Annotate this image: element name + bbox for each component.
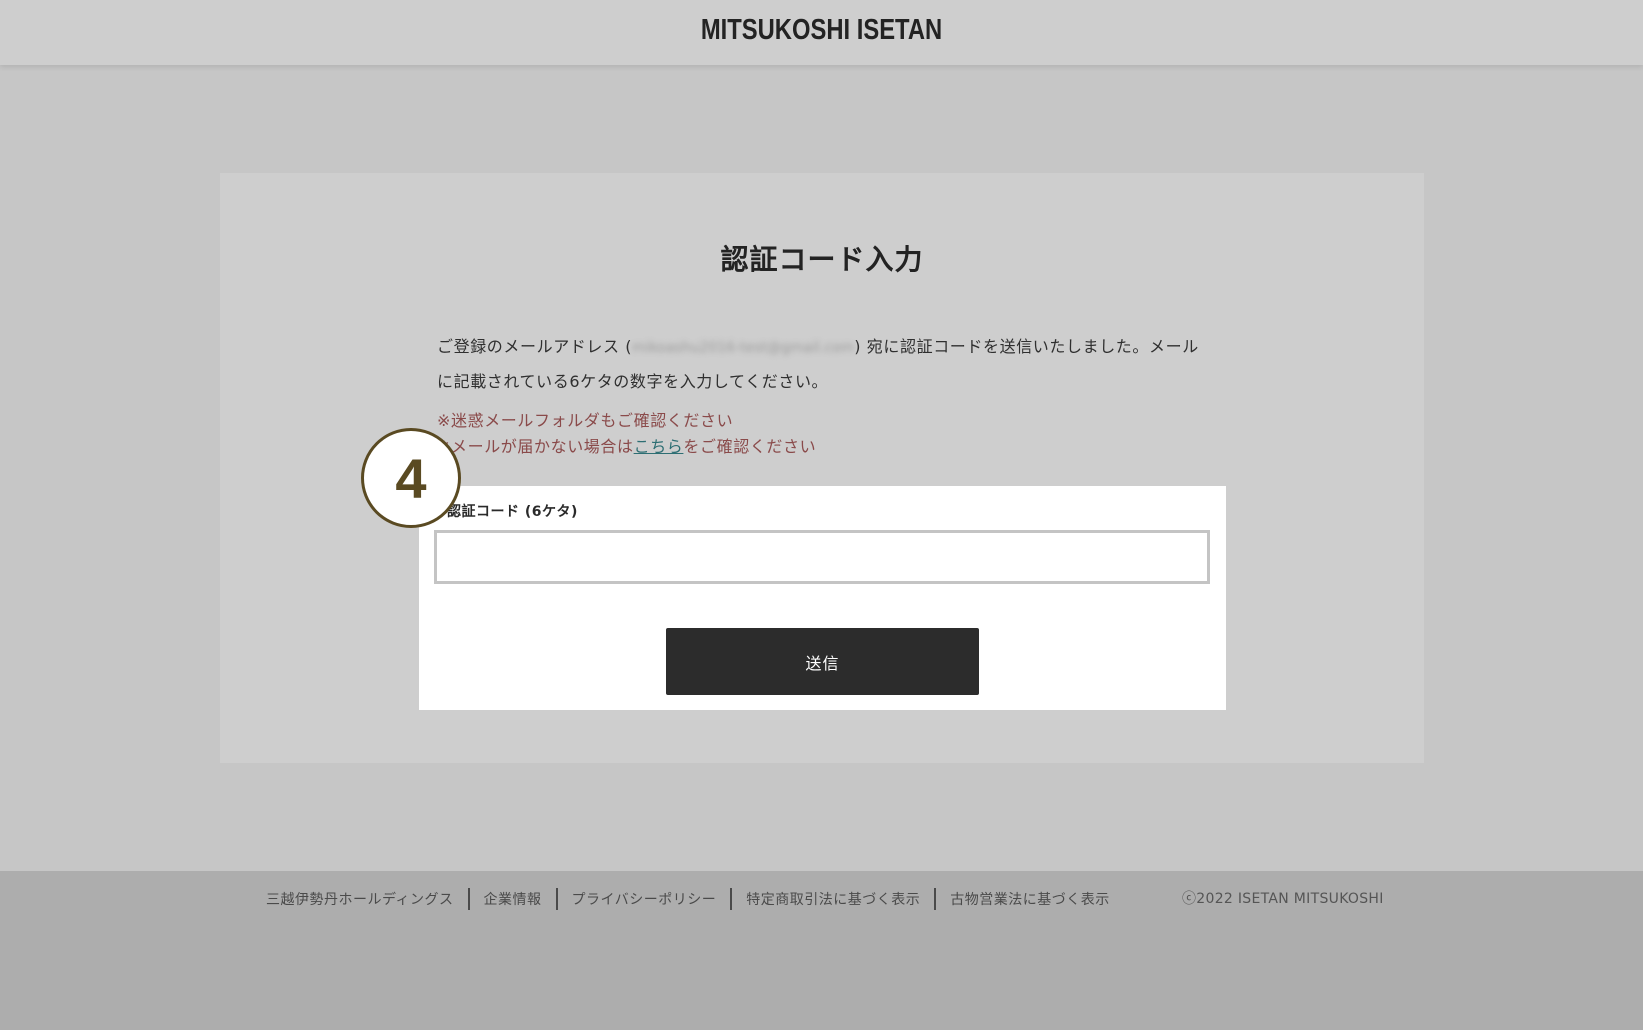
footer-link-commercial-transactions[interactable]: 特定商取引法に基づく表示: [746, 889, 920, 909]
instruction-prefix: ご登録のメールアドレス (: [437, 337, 633, 356]
footer-link-privacy-policy[interactable]: プライバシーポリシー: [572, 889, 717, 909]
submit-button[interactable]: 送信: [666, 628, 979, 695]
footer-separator: [934, 888, 937, 910]
site-header: MITSUKOSHI ISETAN: [0, 0, 1643, 65]
notice-block: ※迷惑メールフォルダもご確認ください ※メールが届かない場合はこちらをご確認くだ…: [437, 408, 1217, 460]
verification-code-input[interactable]: [434, 530, 1210, 584]
step-number: 4: [395, 446, 427, 510]
code-field-label: 認証コード (6ケタ): [447, 504, 578, 520]
footer-link-antique-dealer[interactable]: 古物営業法に基づく表示: [950, 889, 1110, 909]
copyright-text: ⓒ2022 ISETAN MITSUKOSHI: [1182, 891, 1384, 907]
footer-link-holdings[interactable]: 三越伊勢丹ホールディングス: [266, 889, 454, 909]
masked-email: mikoashu2016-test@gmail.com: [632, 340, 855, 356]
instruction-text: ご登録のメールアドレス (mikoashu2016-test@gmail.com…: [437, 330, 1207, 399]
footer-separator: [555, 888, 558, 910]
no-mail-notice: ※メールが届かない場合はこちらをご確認ください: [437, 434, 1217, 460]
step-number-badge: 4: [361, 428, 461, 528]
site-logo[interactable]: MITSUKOSHI ISETAN: [148, 14, 1495, 47]
spam-folder-notice: ※迷惑メールフォルダもご確認ください: [437, 411, 734, 430]
footer-link-company-info[interactable]: 企業情報: [484, 889, 542, 909]
footer-separator: [467, 888, 470, 910]
page-title: 認証コード入力: [720, 243, 924, 276]
no-mail-notice-prefix: ※メールが届かない場合は: [437, 437, 634, 456]
no-mail-notice-suffix: をご確認ください: [683, 437, 817, 456]
help-link[interactable]: こちら: [634, 437, 684, 456]
footer-separator: [730, 888, 733, 910]
footer-links: 三越伊勢丹ホールディングス 企業情報 プライバシーポリシー 特定商取引法に基づく…: [266, 888, 1110, 910]
